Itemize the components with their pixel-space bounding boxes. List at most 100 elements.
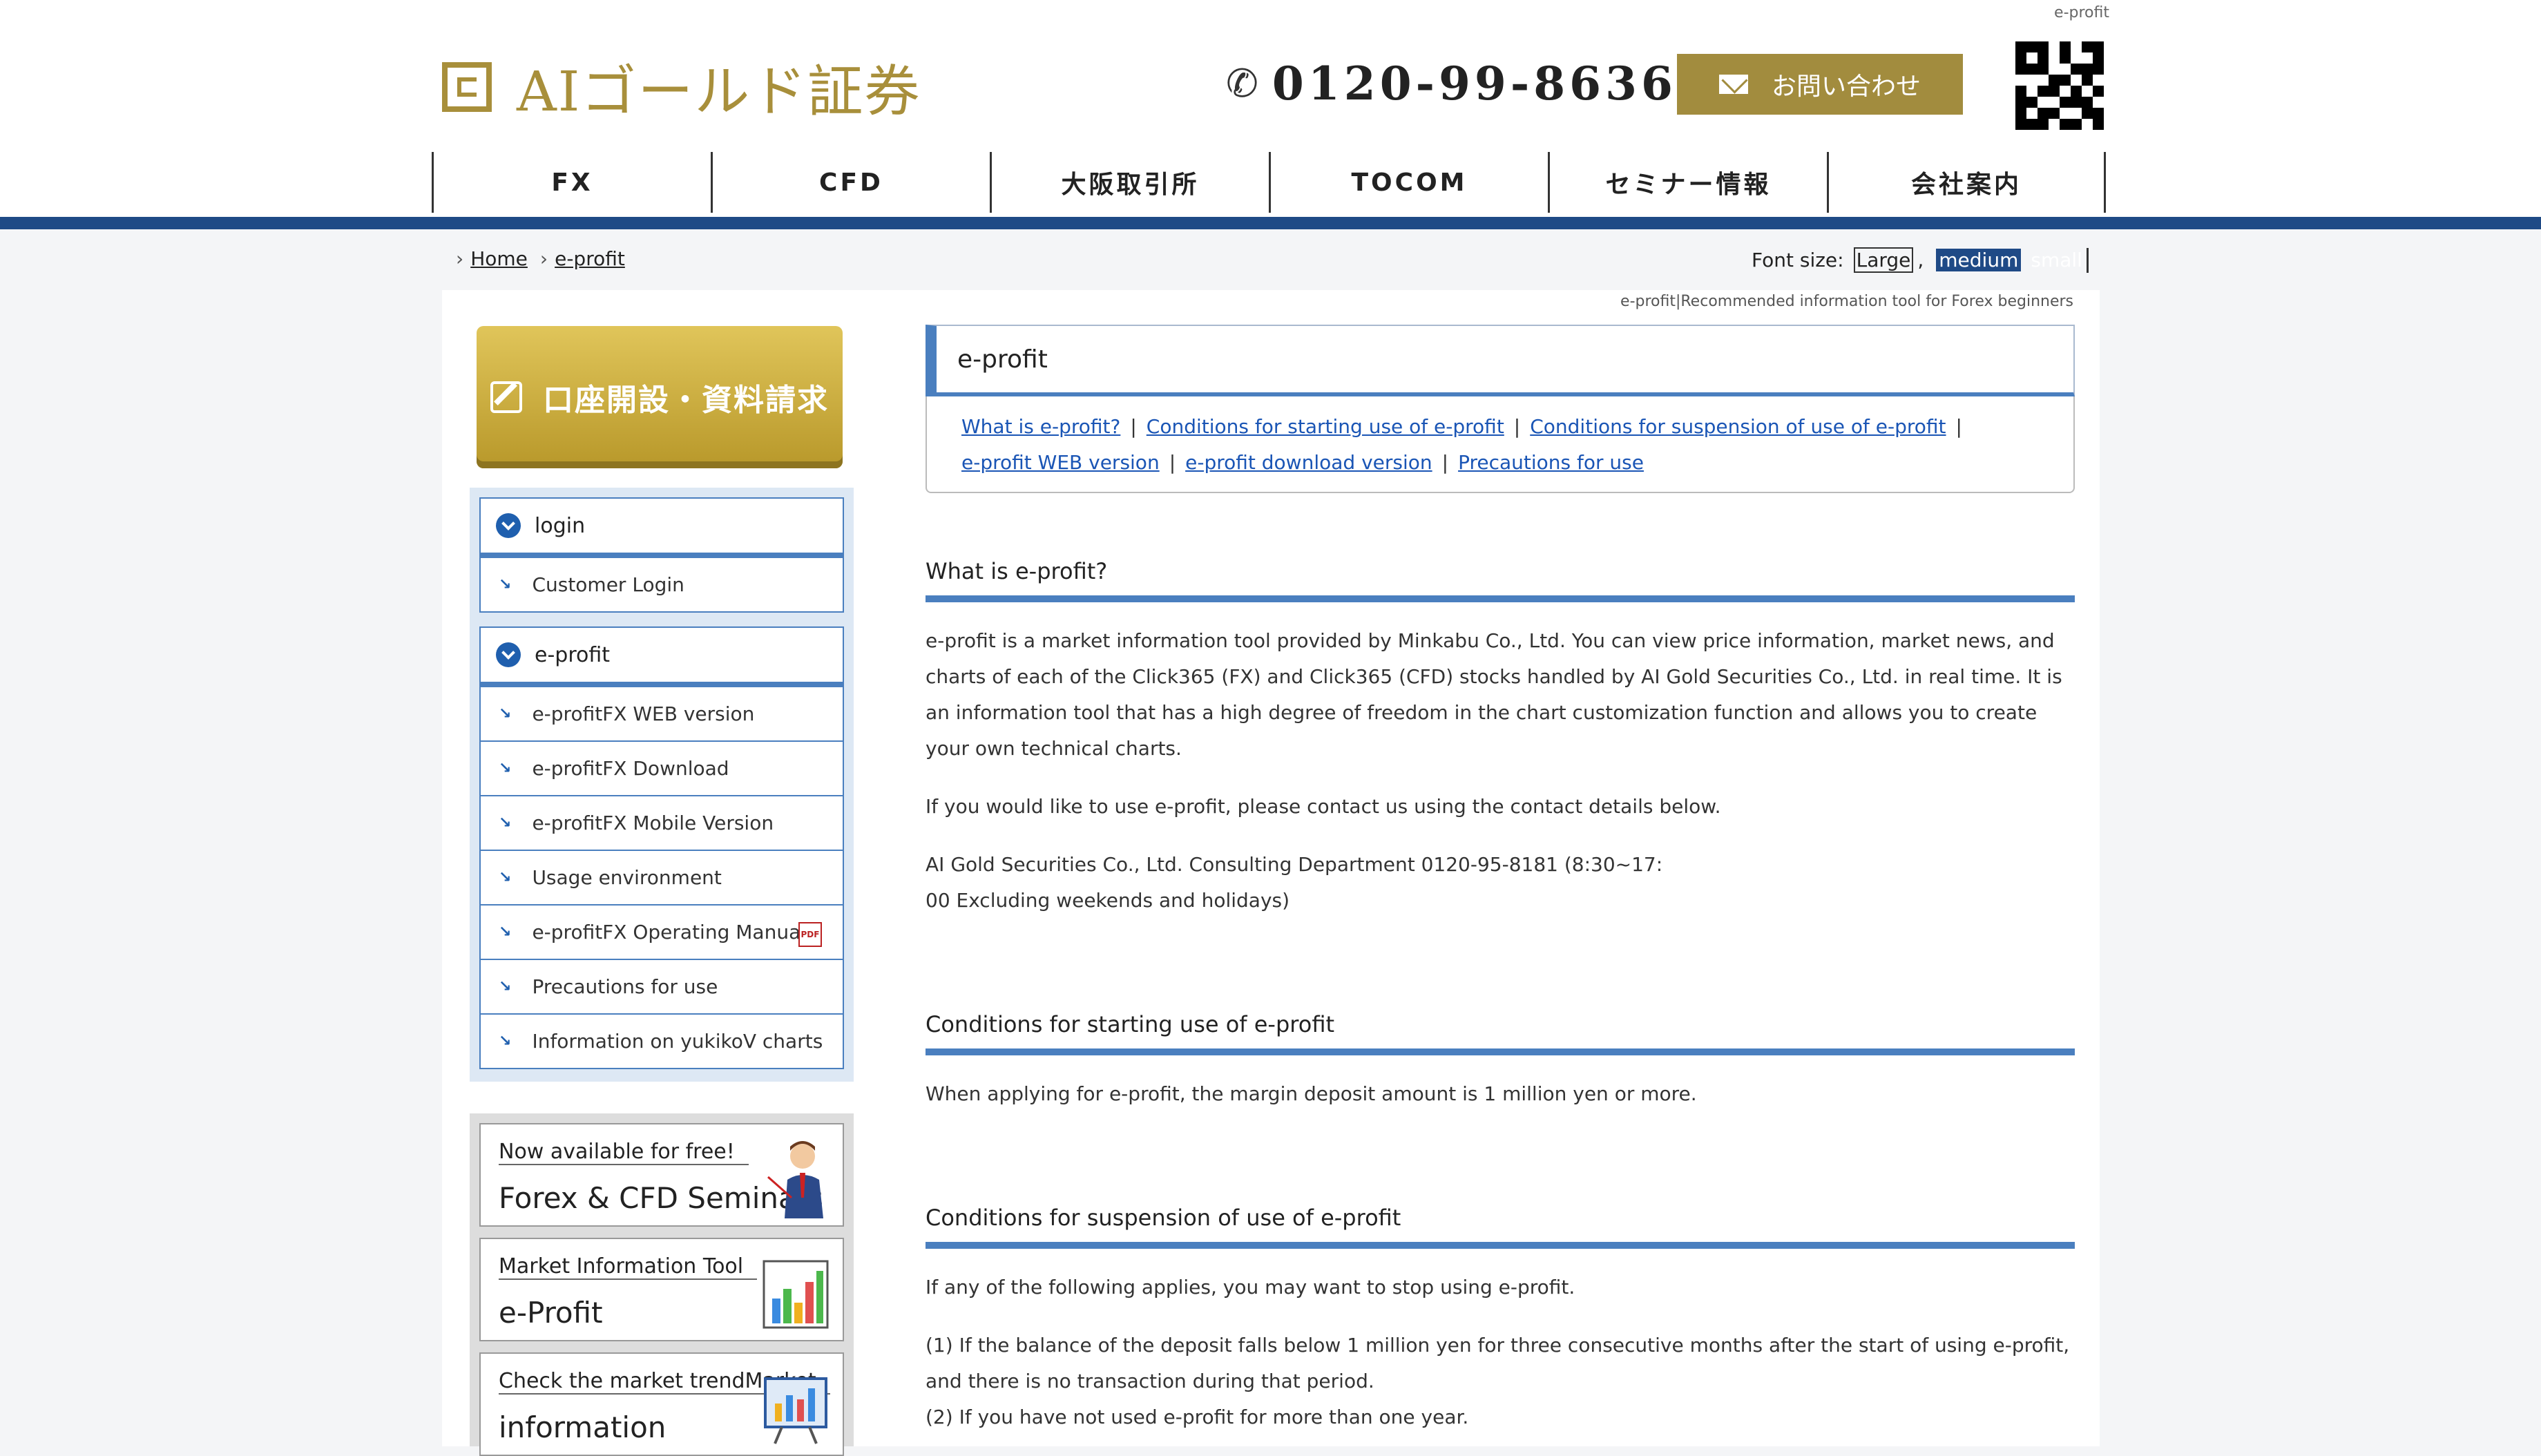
condition-item: (1) If the balance of the deposit falls … <box>926 1334 2070 1392</box>
sidebar-item-precautions[interactable]: ↘ Precautions for use <box>479 960 844 1015</box>
sidebar-item-label: Precautions for use <box>532 975 718 998</box>
font-size-large-button[interactable]: Large <box>1853 247 1914 273</box>
sidebar-item-customer-login[interactable]: ↘ Customer Login <box>479 558 844 613</box>
toc-link-web-version[interactable]: e-profit WEB version <box>961 451 1160 474</box>
banner-title: information <box>499 1410 667 1444</box>
sidebar-menu: login ↘ Customer Login e-profit ↘ e-prof… <box>470 488 854 1082</box>
sidebar-group-title: login <box>535 513 586 538</box>
arrow-down-right-icon: ↘ <box>499 869 512 886</box>
presenter-icon <box>767 1141 823 1218</box>
sidebar-item-label: Customer Login <box>532 573 684 596</box>
nav-item-seminar[interactable]: セミナー情報 <box>1548 152 1827 213</box>
font-size-end-bracket <box>2086 247 2091 273</box>
sidebar-item-web-version[interactable]: ↘ e-profitFX WEB version <box>479 687 844 742</box>
nav-divider-bar <box>0 217 2541 229</box>
font-size-switcher: Font size: Large , medium small <box>1752 247 2091 273</box>
toc-link-what-is[interactable]: What is e-profit? <box>961 415 1120 438</box>
banner-title: e-Profit <box>499 1296 603 1330</box>
sidebar-item-yukikov-charts[interactable]: ↘ Information on yukikoV charts <box>479 1015 844 1069</box>
qr-code-icon <box>2015 41 2104 130</box>
arrow-down-right-icon: ↘ <box>499 760 512 777</box>
banner-e-profit[interactable]: Market Information Tool e-Profit <box>479 1238 844 1341</box>
banner-subtitle: Market Information Tool <box>499 1254 758 1280</box>
logo-text: AIゴールド証券 <box>517 59 921 124</box>
sidebar-item-usage-environment[interactable]: ↘ Usage environment <box>479 851 844 906</box>
sidebar-item-download[interactable]: ↘ e-profitFX Download <box>479 742 844 796</box>
nav-item-cfd[interactable]: CFD <box>711 152 990 213</box>
bar-chart-icon <box>763 1260 829 1329</box>
page-subtag: e-profit|Recommended information tool fo… <box>1620 293 2073 310</box>
contact-label: お問い合わせ <box>1771 73 1921 101</box>
section-heading-what-is: What is e-profit? <box>926 558 2075 602</box>
sidebar-group-e-profit[interactable]: e-profit <box>479 626 844 687</box>
sidebar-item-label: e-profitFX Download <box>532 757 729 780</box>
contact-button[interactable]: お問い合わせ <box>1677 54 1963 115</box>
condition-item: (2) If you have not used e-profit for mo… <box>926 1406 1469 1428</box>
chevron-down-circle-icon <box>496 513 521 538</box>
font-size-label: Font size: <box>1752 249 1844 271</box>
site-logo[interactable]: AIゴールド証券 <box>442 47 921 127</box>
open-account-button[interactable]: 口座開設・資料請求 <box>477 326 843 468</box>
contact-line-2: 00 Excluding weekends and holidays) <box>926 889 1290 912</box>
sidebar-item-mobile-version[interactable]: ↘ e-profitFX Mobile Version <box>479 796 844 851</box>
sidebar-item-label: Information on yukikoV charts <box>532 1030 823 1053</box>
section-paragraph: If you would like to use e-profit, pleas… <box>926 795 1721 818</box>
font-size-medium-button[interactable]: medium <box>1936 249 2022 271</box>
section-paragraph: When applying for e-profit, the margin d… <box>926 1082 1697 1105</box>
arrow-down-right-icon: ↘ <box>499 923 512 941</box>
toc-link-suspension-conditions[interactable]: Conditions for suspension of use of e-pr… <box>1530 415 1946 438</box>
main-panel: e-profit|Recommended information tool fo… <box>442 290 2100 1456</box>
nav-item-company[interactable]: 会社案内 <box>1827 152 2106 213</box>
chevron-right-icon: › <box>456 247 464 270</box>
arrow-down-right-icon: ↘ <box>499 1033 512 1050</box>
phone-icon: ✆ <box>1226 61 1258 106</box>
nav-item-fx[interactable]: FX <box>432 152 711 213</box>
toc-link-download-version[interactable]: e-profit download version <box>1185 451 1432 474</box>
section-paragraph: If any of the following applies, you may… <box>926 1276 1575 1299</box>
section-heading-start-conditions: Conditions for starting use of e-profit <box>926 1011 2075 1055</box>
banner-seminars[interactable]: Now available for free! Forex & CFD Semi… <box>479 1123 844 1227</box>
toc-link-precautions[interactable]: Precautions for use <box>1458 451 1644 474</box>
contact-line-1: AI Gold Securities Co., Ltd. Consulting … <box>926 853 1663 876</box>
breadcrumb-home[interactable]: Home <box>470 247 528 270</box>
section-heading-suspension-conditions: Conditions for suspension of use of e-pr… <box>926 1205 2075 1249</box>
pdf-icon: PDF <box>798 922 822 947</box>
nav-item-tocom[interactable]: TOCOM <box>1269 152 1548 213</box>
arrow-down-right-icon: ↘ <box>499 705 512 722</box>
banner-subtitle: Now available for free! <box>499 1140 749 1165</box>
open-account-label: 口座開設・資料請求 <box>543 383 829 418</box>
top-tag: e-profit <box>2054 4 2109 21</box>
edit-icon <box>490 381 522 413</box>
chevron-right-icon: › <box>539 247 548 270</box>
breadcrumb: › Home › e-profit <box>456 247 637 270</box>
main-nav: FX CFD 大阪取引所 TOCOM セミナー情報 会社案内 <box>432 152 2106 213</box>
table-of-contents: What is e-profit? | Conditions for startin… <box>926 396 2075 493</box>
toc-link-start-conditions[interactable]: Conditions for starting use of e-profit <box>1147 415 1504 438</box>
sidebar-item-label: e-profitFX WEB version <box>532 702 755 725</box>
sidebar-group-title: e-profit <box>535 642 611 667</box>
sidebar-group-login[interactable]: login <box>479 497 844 558</box>
arrow-down-right-icon: ↘ <box>499 576 512 593</box>
sidebar-banners: Now available for free! Forex & CFD Semi… <box>470 1113 854 1456</box>
monitor-chart-icon <box>764 1377 827 1444</box>
font-size-separator: , <box>1917 249 1924 271</box>
mail-icon <box>1718 75 1748 94</box>
arrow-down-right-icon: ↘ <box>499 814 512 832</box>
page-title: e-profit <box>926 325 2075 396</box>
sidebar-item-label: e-profitFX Mobile Version <box>532 812 774 834</box>
font-size-small-button[interactable]: small <box>2031 249 2082 271</box>
breadcrumb-current[interactable]: e-profit <box>555 247 625 270</box>
phone-text: 0120-99-8636 <box>1272 57 1677 111</box>
sidebar-item-label: Usage environment <box>532 866 722 889</box>
sidebar-item-operating-manual[interactable]: ↘ e-profitFX Operating Manual PDF <box>479 906 844 960</box>
logo-mark-icon <box>442 62 492 112</box>
phone-number: ✆ 0120-99-8636 <box>1226 57 1677 111</box>
chevron-down-circle-icon <box>496 642 521 667</box>
main-content: e-profit What is e-profit? | Conditions fo… <box>926 325 2075 1435</box>
arrow-down-right-icon: ↘ <box>499 978 512 995</box>
nav-item-osaka-exchange[interactable]: 大阪取引所 <box>990 152 1269 213</box>
sidebar-item-label: e-profitFX Operating Manual <box>532 921 807 943</box>
banner-market-information[interactable]: Check the market trendMarket information <box>479 1352 844 1456</box>
section-paragraph: e-profit is a market information tool pr… <box>926 629 2062 760</box>
site-header: e-profit AIゴールド証券 ✆ 0120-99-8636 お問い合わせ … <box>0 0 2541 220</box>
